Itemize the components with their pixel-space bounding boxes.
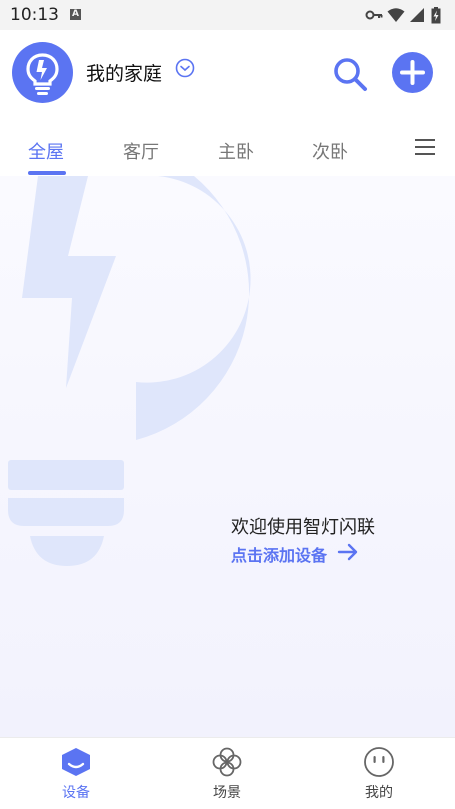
- room-tabs: 全屋 客厅 主卧 次卧: [0, 122, 455, 176]
- status-time: 10:13: [10, 5, 59, 25]
- bulb-watermark-icon: [8, 176, 251, 566]
- arrow-right-icon[interactable]: [337, 542, 359, 562]
- tab-master-bedroom[interactable]: 主卧: [218, 138, 254, 164]
- scene-icon: [212, 747, 242, 777]
- tab-whole-house[interactable]: 全屋: [28, 138, 64, 164]
- nav-scenes-label: 场景: [213, 785, 241, 801]
- tab-second-bedroom[interactable]: 次卧: [312, 138, 348, 164]
- hamburger-menu-icon[interactable]: [414, 136, 436, 158]
- wifi-icon: [387, 8, 405, 22]
- plus-icon: [400, 60, 425, 85]
- battery-icon: [431, 7, 441, 24]
- add-device-link[interactable]: 点击添加设备: [231, 542, 327, 566]
- bottom-nav: 设备 场景 我的: [0, 737, 455, 809]
- nav-scenes[interactable]: 场景: [177, 738, 277, 809]
- status-bar: 10:13 A: [0, 0, 455, 30]
- status-icons: [365, 7, 449, 24]
- signal-icon: [410, 8, 424, 22]
- home-title[interactable]: 我的家庭: [86, 59, 162, 86]
- welcome-text: 欢迎使用智灯闪联: [231, 517, 375, 538]
- device-area: 欢迎使用智灯闪联 点击添加设备: [0, 176, 455, 737]
- search-icon[interactable]: [330, 54, 370, 94]
- notification-a-icon: A: [70, 9, 81, 20]
- nav-profile-label: 我的: [365, 785, 393, 801]
- tab-living-room[interactable]: 客厅: [123, 138, 159, 164]
- tab-indicator: [28, 171, 66, 175]
- profile-icon: [364, 747, 394, 777]
- key-icon: [365, 10, 383, 20]
- nav-profile[interactable]: 我的: [329, 738, 429, 809]
- nav-devices[interactable]: 设备: [26, 738, 126, 809]
- home-avatar[interactable]: [12, 42, 73, 103]
- chevron-down-circle-icon[interactable]: [175, 58, 195, 78]
- header: 我的家庭: [0, 30, 455, 120]
- lightning-bulb-icon: [26, 53, 59, 95]
- device-icon: [62, 748, 90, 776]
- add-button[interactable]: [392, 52, 433, 93]
- nav-devices-label: 设备: [62, 785, 90, 801]
